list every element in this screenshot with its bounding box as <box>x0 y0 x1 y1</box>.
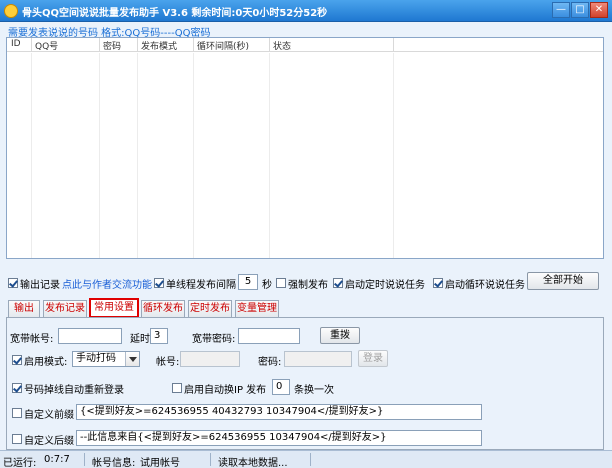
status-bar: 已运行: 0:7:7 帐号信息: 试用帐号 读取本地数据... <box>0 450 612 468</box>
broadband-account-input[interactable] <box>58 328 122 344</box>
login-button[interactable]: 登录 <box>358 350 388 367</box>
start-all-button[interactable]: 全部开始 <box>527 272 599 290</box>
force-publish-label: 强制发布 <box>288 280 328 291</box>
column-qq[interactable]: QQ号 <box>35 39 58 52</box>
auto-relogin-label: 号码掉线自动重新登录 <box>24 385 124 396</box>
tab-loop-publish[interactable]: 循环发布 <box>141 300 185 317</box>
custom-prefix-checkbox[interactable] <box>12 408 22 418</box>
enable-mode-checkbox[interactable] <box>12 355 22 365</box>
tab-publish-log[interactable]: 发布记录 <box>43 300 87 317</box>
custom-suffix-label: 自定义后缀 <box>24 436 74 447</box>
password-input[interactable] <box>284 351 352 367</box>
broadband-password-input[interactable] <box>238 328 300 344</box>
column-password[interactable]: 密码 <box>103 39 121 52</box>
maximize-button[interactable]: □ <box>571 2 589 18</box>
app-icon <box>4 4 18 18</box>
minimize-button[interactable]: — <box>552 2 570 18</box>
account-info-label: 帐号信息: <box>92 458 136 468</box>
loop-task-checkbox[interactable] <box>433 278 443 288</box>
delay-input[interactable]: 3 <box>150 328 168 344</box>
redial-button[interactable]: 重拨 <box>320 327 360 344</box>
loading-status: 读取本地数据... <box>218 458 288 468</box>
delay-label: 延时 <box>130 334 150 345</box>
tab-timed-publish[interactable]: 定时发布 <box>188 300 232 317</box>
auto-ip-checkbox[interactable] <box>172 383 182 393</box>
column-id[interactable]: ID <box>11 39 21 51</box>
account-table[interactable]: ID QQ号 密码 发布模式 循环间隔(秒) 状态 <box>6 37 604 259</box>
output-log-label: 输出记录 <box>20 280 60 291</box>
table-header: ID QQ号 密码 发布模式 循环间隔(秒) 状态 <box>7 38 603 52</box>
column-status[interactable]: 状态 <box>273 39 291 52</box>
runtime-label: 已运行: <box>3 458 37 468</box>
switch-suffix-label: 条换一次 <box>294 385 334 396</box>
column-interval[interactable]: 循环间隔(秒) <box>197 39 249 52</box>
tab-variables[interactable]: 变量管理 <box>235 300 279 317</box>
output-log-checkbox[interactable] <box>8 278 18 288</box>
auto-ip-label: 启用自动换IP 发布 <box>184 385 267 396</box>
broadband-account-label: 宽带帐号: <box>10 334 54 345</box>
runtime-value: 0:7:7 <box>44 454 70 465</box>
enable-mode-label: 启用模式: <box>24 357 68 368</box>
close-button[interactable]: ✕ <box>590 2 608 18</box>
custom-prefix-label: 自定义前缀 <box>24 410 74 421</box>
password-label: 密码: <box>258 357 282 368</box>
account-input[interactable] <box>180 351 240 367</box>
switch-count-input[interactable]: 0 <box>272 379 290 395</box>
custom-suffix-checkbox[interactable] <box>12 434 22 444</box>
custom-suffix-input[interactable]: --此信息来自{<提到好友>=624536955 10347904</提到好友>… <box>76 430 482 446</box>
account-info-value: 试用帐号 <box>140 458 180 468</box>
tab-output[interactable]: 输出 <box>8 300 40 317</box>
mode-select[interactable]: 手动打码 <box>72 351 140 367</box>
column-mode[interactable]: 发布模式 <box>141 39 177 52</box>
single-thread-label: 单线程发布间隔 <box>166 280 236 291</box>
loop-task-label: 启动循环说说任务 <box>445 280 525 291</box>
broadband-password-label: 宽带密码: <box>192 334 236 345</box>
seconds-label: 秒 <box>262 280 272 291</box>
chevron-down-icon[interactable] <box>125 352 139 366</box>
window-title: 骨头QQ空间说说批量发布助手 V3.6 剩余时间:0天0小时52分52秒 <box>22 8 328 19</box>
timed-task-checkbox[interactable] <box>333 278 343 288</box>
timed-task-label: 启动定时说说任务 <box>345 280 425 291</box>
single-thread-checkbox[interactable] <box>154 278 164 288</box>
tab-common-settings[interactable]: 常用设置 <box>89 298 139 318</box>
mode-select-value: 手动打码 <box>76 353 116 364</box>
custom-prefix-input[interactable]: {<提到好友>=624536955 40432793 10347904</提到好… <box>76 404 482 420</box>
auto-relogin-checkbox[interactable] <box>12 383 22 393</box>
contact-author-link[interactable]: 点此与作者交流功能 <box>62 276 152 291</box>
account-label: 帐号: <box>156 357 180 368</box>
force-publish-checkbox[interactable] <box>276 278 286 288</box>
title-bar[interactable]: 骨头QQ空间说说批量发布助手 V3.6 剩余时间:0天0小时52分52秒 — □… <box>0 0 612 22</box>
interval-input[interactable]: 5 <box>238 274 258 290</box>
